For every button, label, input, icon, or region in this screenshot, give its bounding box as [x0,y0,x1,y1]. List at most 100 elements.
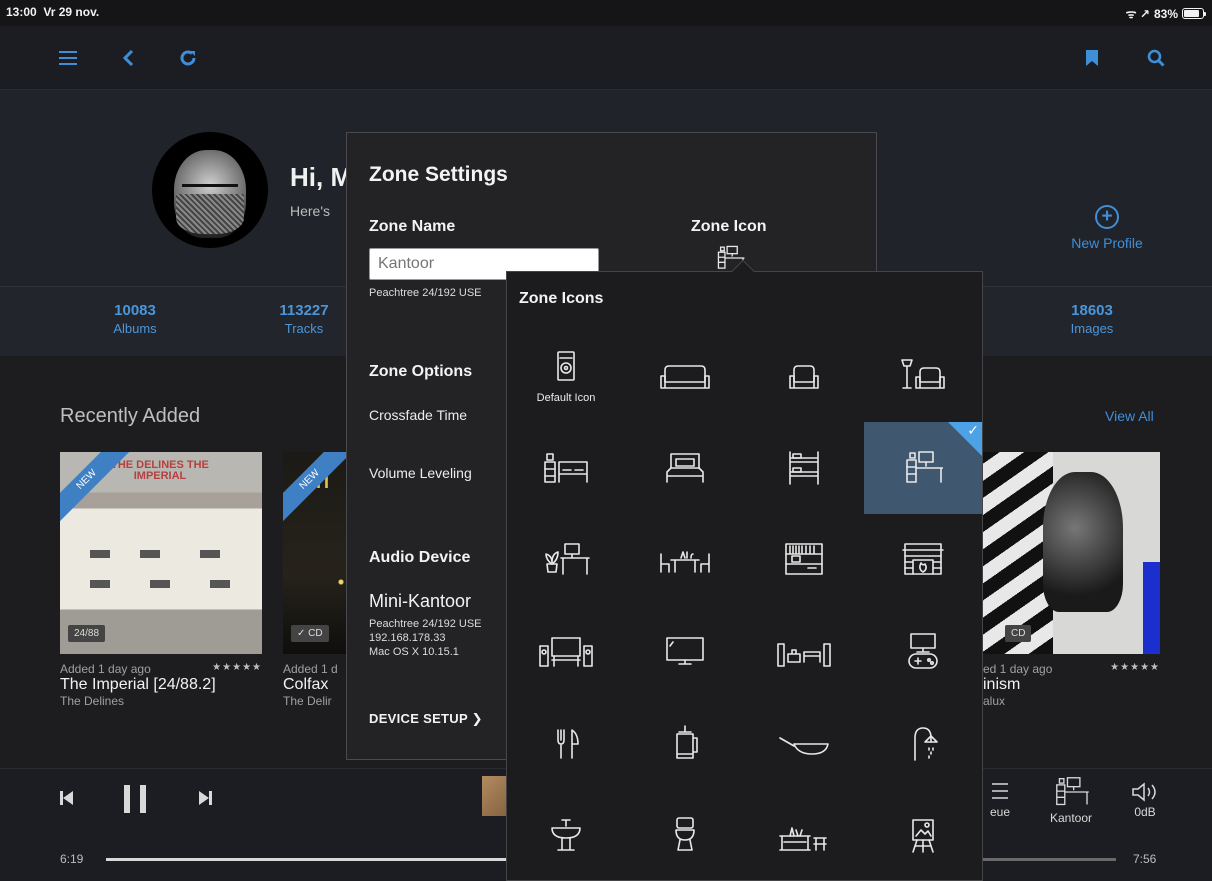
zone-icon-easel[interactable] [864,790,982,881]
popover-title: Zone Icons [519,290,604,307]
zone-icon-double-bed[interactable] [626,422,744,514]
checkmark-icon: ✓ [967,422,979,438]
device-name: Mini-Kantoor [369,591,472,611]
crossfade-label: Crossfade Time [369,407,468,423]
zone-icon-bedside-bed[interactable] [507,422,625,514]
status-time: 13:00 Vr 29 nov. [6,5,99,19]
avatar-glasses [182,184,238,194]
queue-button[interactable]: eue [984,782,1016,819]
zone-icon-lamp-armchair[interactable] [864,330,982,422]
zone-icon-toilet[interactable] [626,790,744,881]
dialog-title: Zone Settings [369,163,508,186]
avatar[interactable] [152,132,268,248]
bookshelf-icon [785,543,823,575]
status-right: ᯤ ↗ 83% [1126,5,1206,22]
previous-track-icon[interactable] [60,790,74,811]
zone-button[interactable]: Kantoor [1036,776,1106,825]
zone-icon-frying-pan[interactable] [745,698,863,790]
album-artist[interactable]: The Delir [283,694,346,708]
zone-icon-sink[interactable] [507,790,625,881]
zone-icon-french-press[interactable] [626,698,744,790]
volume-button[interactable]: 0dB [1125,782,1165,819]
album-title[interactable]: The Imperial [24/88.2] [60,676,262,694]
shower-icon [914,727,938,761]
zone-icon-garden-bench[interactable] [745,790,863,881]
recently-added-heading: Recently Added [60,405,201,427]
zone-icon-shower[interactable] [864,698,982,790]
added-date: Added 1 day ago [60,662,151,676]
album-cover-imperial[interactable]: THE DELINES THE IMPERIAL NEW 24/88 [60,452,262,654]
armchair-icon [789,365,819,389]
cutlery-icon [557,729,579,759]
zone-icon-tv[interactable] [626,606,744,698]
window [140,550,160,558]
speaker-icon [557,351,575,381]
zone-icon-armchair[interactable] [745,330,863,422]
home-theater-icon [539,637,593,667]
stat-number: 113227 [279,302,329,319]
back-icon[interactable] [110,40,146,76]
zone-icon-cutlery[interactable] [507,698,625,790]
zone-icon-living-room[interactable] [745,606,863,698]
album-artist[interactable]: alux [983,694,1160,708]
new-profile-button[interactable]: + New Profile [1052,205,1162,251]
gaming-icon [908,633,938,669]
device-ip: 192.168.178.33 [369,632,446,644]
zone-icon-bookshelf[interactable] [745,514,863,606]
zone-icon-fireplace[interactable] [864,514,982,606]
clock: 13:00 [6,5,37,19]
menu-icon[interactable] [50,40,86,76]
plant-desk-icon [545,543,590,575]
album-title[interactable]: inism [983,676,1160,694]
zone-icon-gaming[interactable] [864,606,982,698]
bookmark-icon[interactable] [1074,40,1110,76]
device-model: Peachtree 24/192 USE [369,618,482,630]
stat-albums[interactable]: 10083 Albums [70,302,200,336]
tv-icon [666,637,704,665]
stat-images[interactable]: 18603 Images [1032,302,1152,336]
view-all-link[interactable]: View All [1105,408,1154,424]
zone-icon-desk[interactable]: ✓ [864,422,982,514]
zone-icon-plant-desk[interactable] [507,514,625,606]
device-setup-button[interactable]: DEVICE SETUP ❯ [369,711,483,727]
zone-icon-home-theater[interactable] [507,606,625,698]
zone-name-label: Zone Name [369,218,456,235]
album-cover-minimalism[interactable]: CD [983,452,1160,654]
rating-stars: ★★★★★ [1110,662,1160,673]
album-cover-colfax[interactable]: TI NEW ✓ CD [283,452,346,654]
bunk-bed-icon [789,451,819,485]
album-meta: Added 1 d Colfax The Delir [283,662,346,708]
elapsed-time: 6:19 [60,852,84,866]
album-artist[interactable]: The Delines [60,694,262,708]
next-track-icon[interactable] [198,790,212,811]
zone-icon-dining-table[interactable] [626,514,744,606]
added-date: Added 1 d [283,662,338,676]
search-icon[interactable] [1138,40,1174,76]
zone-icon-sofa[interactable] [626,330,744,422]
zone-label: Kantoor [1049,811,1093,825]
garden-bench-icon [779,827,827,851]
frying-pan-icon [779,737,829,755]
volume-leveling-label: Volume Leveling [369,465,472,481]
sofa-icon [660,365,710,389]
volume-label: 0dB [1134,805,1156,819]
stat-tracks[interactable]: 113227 Tracks [262,302,346,336]
zone-icon-default[interactable]: Default Icon [507,330,625,422]
status-bar: 13:00 Vr 29 nov. ᯤ ↗ 83% [0,0,1212,26]
date: Vr 29 nov. [43,5,100,19]
refresh-icon[interactable] [170,40,206,76]
new-profile-label: New Profile [1071,235,1143,251]
format-badge: ✓ CD [291,625,329,642]
album-title[interactable]: Colfax [283,676,346,694]
zone-icon-bunk-bed[interactable] [745,422,863,514]
zone-options-label: Zone Options [369,363,473,380]
avatar-beard [176,194,244,234]
battery-percent: 83% [1153,6,1178,21]
toilet-icon [675,817,695,851]
french-press-icon [676,725,698,759]
album-art-lights [313,562,346,602]
queue-label: eue [989,805,1011,819]
pause-icon[interactable] [122,784,148,819]
album-art-figure [1043,472,1123,612]
window [90,580,110,588]
